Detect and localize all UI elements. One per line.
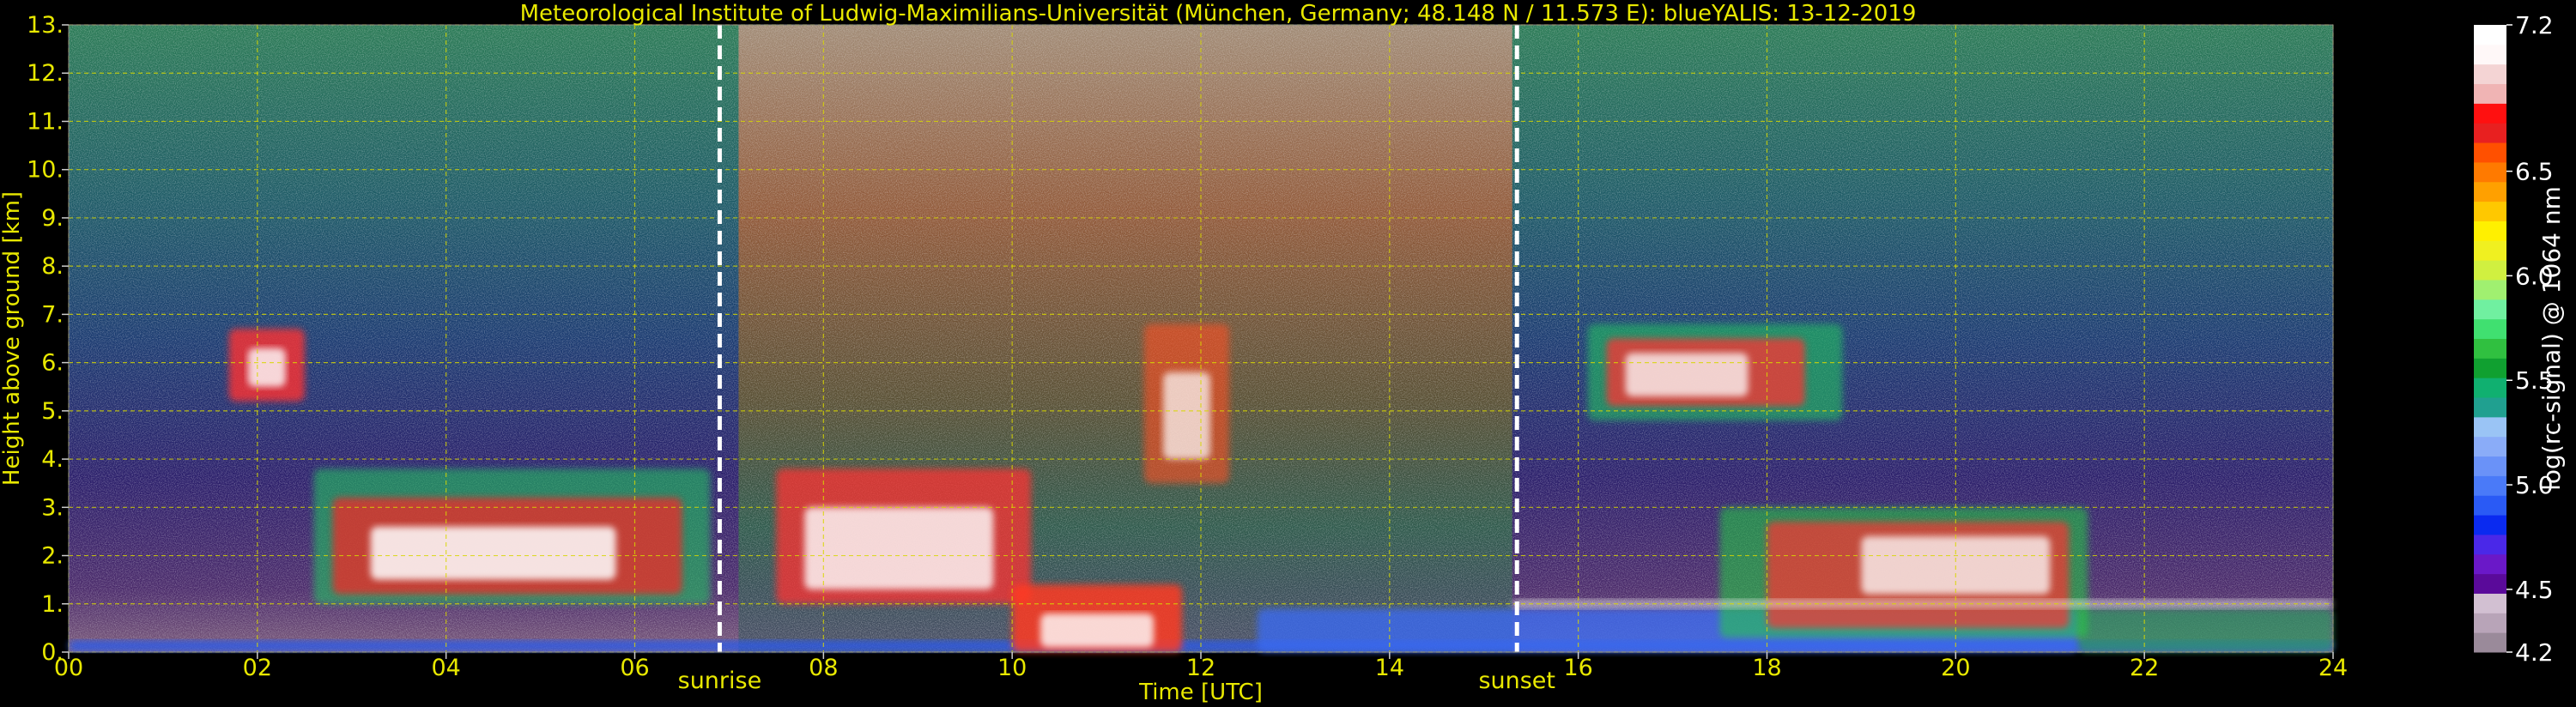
colorbar-segment (2474, 593, 2506, 613)
y-axis-ticks: 0. 1. 2. 3. 4. 5. 6. 7. 8. 9. 10. 11. 12. 13. (27, 12, 69, 666)
y-tick-label: 9. (41, 205, 64, 232)
colorbar-label: log(rc-signal) @ 1064 nm (2537, 186, 2566, 491)
lidar-quicklook-chart: Meteorological Institute of Ludwig-Maxim… (0, 1, 2566, 705)
x-tick-label: 16 (1563, 655, 1592, 681)
colorbar-segment (2474, 632, 2506, 653)
colorbar-segment (2474, 573, 2506, 594)
x-tick-label: 04 (431, 655, 460, 681)
colorbar (2474, 25, 2506, 653)
y-tick-label: 12. (27, 60, 64, 87)
colorbar-segment (2474, 456, 2506, 476)
sunset-label: sunset (1478, 668, 1555, 694)
colorbar-tick-label: 7.2 (2515, 11, 2554, 39)
colorbar-segment (2474, 240, 2506, 261)
x-tick-label: 10 (997, 655, 1027, 681)
y-tick-label: 13. (27, 12, 64, 39)
y-tick-label: 3. (41, 494, 64, 521)
low-cloud-core (1040, 613, 1155, 648)
y-tick-label: 1. (41, 591, 64, 618)
x-axis-label: Time [UTC] (1138, 680, 1263, 705)
x-tick-label: 02 (243, 655, 272, 681)
boundary-layer-green (2078, 608, 2333, 652)
cloud-08-10h-core (804, 507, 994, 589)
colorbar-segment (2474, 299, 2506, 320)
colorbar-segment (2474, 436, 2506, 457)
cloud-16-18h-core (1625, 353, 1749, 396)
x-tick-label: 22 (2130, 655, 2159, 681)
colorbar-tick-label: 4.5 (2515, 576, 2554, 604)
colorbar-segment (2474, 338, 2506, 359)
y-tick-label: 4. (41, 446, 64, 473)
y-tick-label: 8. (41, 253, 64, 280)
y-tick-label: 6. (41, 350, 64, 377)
colorbar-segment (2474, 534, 2506, 555)
x-tick-label: 12 (1186, 655, 1215, 681)
x-tick-label: 20 (1941, 655, 1970, 681)
colorbar-segment (2474, 221, 2506, 241)
y-tick-label: 2. (41, 543, 64, 570)
colorbar-segment (2474, 161, 2506, 183)
sunrise-label: sunrise (678, 668, 762, 694)
colorbar-segment (2474, 260, 2506, 281)
cloud-03-06h-core (370, 526, 616, 580)
colorbar-segment (2474, 358, 2506, 378)
colorbar-segment (2474, 142, 2506, 163)
colorbar-segment (2474, 553, 2506, 575)
colorbar-segment (2474, 279, 2506, 300)
plot-area (68, 24, 2334, 653)
colorbar-segment (2474, 416, 2506, 438)
colorbar-segment (2474, 44, 2506, 65)
chart-title: Meteorological Institute of Ludwig-Maxim… (520, 1, 1917, 27)
colorbar-tick-label: 4.2 (2515, 638, 2554, 667)
colorbar-segment (2474, 201, 2506, 221)
colorbar-segment (2474, 123, 2506, 143)
colorbar-segment (2474, 25, 2506, 45)
y-tick-label: 11. (27, 108, 64, 135)
colorbar-segment (2474, 103, 2506, 124)
x-tick-label: 18 (1752, 655, 1781, 681)
y-tick-label: 7. (41, 301, 64, 328)
y-axis-label: Height above ground [km] (0, 191, 25, 486)
x-tick-label: 14 (1375, 655, 1404, 681)
rising-layer-core (1163, 372, 1210, 460)
x-tick-label: 06 (620, 655, 649, 681)
colorbar-segment (2474, 318, 2506, 339)
colorbar-segment (2474, 181, 2506, 202)
x-tick-label: 24 (2318, 655, 2348, 681)
y-tick-label: 10. (27, 157, 64, 184)
colorbar-segment (2474, 515, 2506, 535)
colorbar-segment (2474, 63, 2506, 85)
y-tick-label: 5. (41, 398, 64, 425)
colorbar-segment (2474, 495, 2506, 516)
cloud-02h-core (247, 347, 286, 387)
y-tick-label: 0. (41, 639, 64, 666)
colorbar-tick-label: 6.5 (2515, 158, 2554, 186)
colorbar-segment (2474, 613, 2506, 633)
colorbar-segment (2474, 397, 2506, 418)
colorbar-segment (2474, 83, 2506, 104)
colorbar-segment (2474, 378, 2506, 398)
x-tick-label: 08 (809, 655, 838, 681)
x-axis-ticks: 00 02 04 06 08 10 12 14 16 18 20 22 24 (54, 652, 2348, 681)
colorbar-segment (2474, 475, 2506, 496)
